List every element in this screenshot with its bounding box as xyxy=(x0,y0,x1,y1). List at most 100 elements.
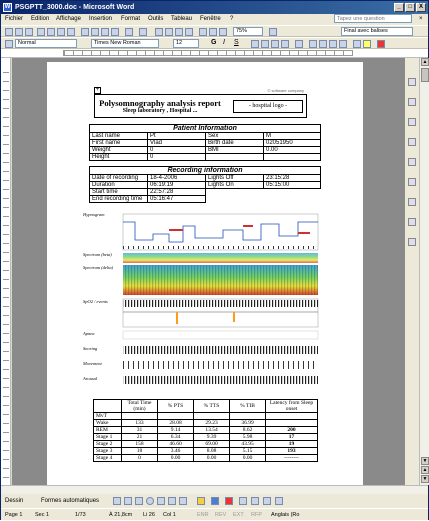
columns-icon[interactable] xyxy=(199,28,207,36)
autoshapes-button[interactable]: Formes automatiques xyxy=(41,494,99,508)
hyperlink-icon[interactable] xyxy=(155,28,163,36)
cut-icon[interactable] xyxy=(81,28,89,36)
menu-format[interactable]: Format xyxy=(121,14,140,25)
insert-picture-icon[interactable] xyxy=(179,497,187,505)
align-center-icon[interactable] xyxy=(261,40,269,48)
font-size-select[interactable]: 12 xyxy=(173,39,199,48)
shadow-icon[interactable] xyxy=(275,497,283,505)
previous-page-icon[interactable]: ▲ xyxy=(421,466,429,474)
task-icon[interactable] xyxy=(408,138,416,146)
print-icon[interactable] xyxy=(47,28,55,36)
menu-fenetre[interactable]: Fenêtre xyxy=(200,14,221,25)
maximize-button[interactable]: □ xyxy=(405,3,415,12)
style-select[interactable]: Normal xyxy=(15,39,77,48)
word-app-icon[interactable]: W xyxy=(3,3,12,12)
next-page-icon[interactable]: ▼ xyxy=(421,475,429,483)
minimize-button[interactable]: _ xyxy=(394,3,404,12)
vertical-scrollbar[interactable]: ▲ ▼ ▲ ▼ xyxy=(419,58,429,485)
print-preview-icon[interactable] xyxy=(57,28,65,36)
task-icon[interactable] xyxy=(408,178,416,186)
oval-icon[interactable] xyxy=(146,497,154,505)
tables-borders-icon[interactable] xyxy=(165,28,173,36)
wordart-icon[interactable] xyxy=(168,497,176,505)
line-color-icon[interactable] xyxy=(211,497,219,505)
menu-outils[interactable]: Outils xyxy=(148,14,163,25)
status-record[interactable]: ENR xyxy=(197,509,209,521)
dash-style-icon[interactable] xyxy=(251,497,259,505)
bold-button[interactable]: G xyxy=(211,39,216,46)
cell: Vlad xyxy=(147,139,206,147)
drawing-icon[interactable] xyxy=(209,28,217,36)
task-icon[interactable] xyxy=(408,158,416,166)
menu-fichier[interactable]: Fichier xyxy=(5,14,23,25)
align-right-icon[interactable] xyxy=(271,40,279,48)
copy-icon[interactable] xyxy=(91,28,99,36)
cell: 193 xyxy=(265,447,318,455)
save-icon[interactable] xyxy=(25,28,33,36)
close-document-icon[interactable]: × xyxy=(419,14,423,25)
fill-color-icon[interactable] xyxy=(197,497,205,505)
vertical-ruler[interactable] xyxy=(1,58,11,485)
scroll-up-icon[interactable]: ▲ xyxy=(421,58,429,66)
rectangle-icon[interactable] xyxy=(135,497,143,505)
arrow-icon[interactable] xyxy=(124,497,132,505)
task-icon[interactable] xyxy=(408,118,416,126)
menu-affichage[interactable]: Affichage xyxy=(56,14,81,25)
numbering-icon[interactable] xyxy=(309,40,317,48)
insert-table-icon[interactable] xyxy=(175,28,183,36)
close-button[interactable]: X xyxy=(416,3,426,12)
insert-excel-icon[interactable] xyxy=(185,28,193,36)
status-overtype[interactable]: RFP xyxy=(251,509,262,521)
text-color-icon[interactable] xyxy=(225,497,233,505)
show-hide-icon[interactable] xyxy=(219,28,227,36)
help-icon[interactable] xyxy=(269,28,277,36)
view-markup-select[interactable]: Final avec balises xyxy=(341,27,413,36)
document-page[interactable]: + © software company Polysomnography ana… xyxy=(47,62,363,485)
scroll-thumb[interactable] xyxy=(421,68,429,82)
line-spacing-icon[interactable] xyxy=(295,40,303,48)
horizontal-ruler[interactable] xyxy=(1,49,428,58)
draw-menu-button[interactable]: Dessin xyxy=(5,494,23,508)
new-document-icon[interactable] xyxy=(5,28,13,36)
scroll-down-icon[interactable]: ▼ xyxy=(421,457,429,465)
justify-icon[interactable] xyxy=(281,40,289,48)
textbox-icon[interactable] xyxy=(157,497,165,505)
task-icon[interactable] xyxy=(408,198,416,206)
open-icon[interactable] xyxy=(15,28,23,36)
ask-question-input[interactable]: Tapez une question xyxy=(334,14,412,23)
format-painter-icon[interactable] xyxy=(111,28,119,36)
table-move-handle-icon[interactable]: + xyxy=(94,87,101,94)
highlight-icon[interactable] xyxy=(363,40,371,48)
paste-icon[interactable] xyxy=(101,28,109,36)
align-left-icon[interactable] xyxy=(251,40,259,48)
border-icon[interactable] xyxy=(353,40,361,48)
arrow-style-icon[interactable] xyxy=(263,497,271,505)
italic-button[interactable]: I xyxy=(223,39,225,46)
menu-tableau[interactable]: Tableau xyxy=(171,14,192,25)
status-extend[interactable]: EXT xyxy=(233,509,244,521)
cell: 23:15:28 xyxy=(263,174,321,182)
decrease-indent-icon[interactable] xyxy=(329,40,337,48)
zoom-select[interactable]: 75% xyxy=(233,27,263,36)
status-revisions[interactable]: REV xyxy=(215,509,226,521)
spelling-icon[interactable] xyxy=(67,28,75,36)
task-icon[interactable] xyxy=(408,98,416,106)
horizontal-scrollbar[interactable] xyxy=(1,485,428,494)
font-select[interactable]: Times New Roman xyxy=(91,39,159,48)
menu-edition[interactable]: Edition xyxy=(31,14,49,25)
underline-button[interactable]: S xyxy=(234,39,239,46)
menu-insertion[interactable]: Insertion xyxy=(89,14,112,25)
font-color-icon[interactable] xyxy=(377,40,385,48)
task-icon[interactable] xyxy=(408,218,416,226)
task-icon[interactable] xyxy=(408,78,416,86)
styles-pane-icon[interactable] xyxy=(5,40,13,48)
line-style-icon[interactable] xyxy=(239,497,247,505)
task-icon[interactable] xyxy=(408,238,416,246)
line-icon[interactable] xyxy=(113,497,121,505)
bullets-icon[interactable] xyxy=(319,40,327,48)
undo-icon[interactable] xyxy=(125,28,133,36)
menu-help[interactable]: ? xyxy=(230,14,233,25)
redo-icon[interactable] xyxy=(139,28,147,36)
increase-indent-icon[interactable] xyxy=(339,40,347,48)
permission-icon[interactable] xyxy=(37,28,45,36)
